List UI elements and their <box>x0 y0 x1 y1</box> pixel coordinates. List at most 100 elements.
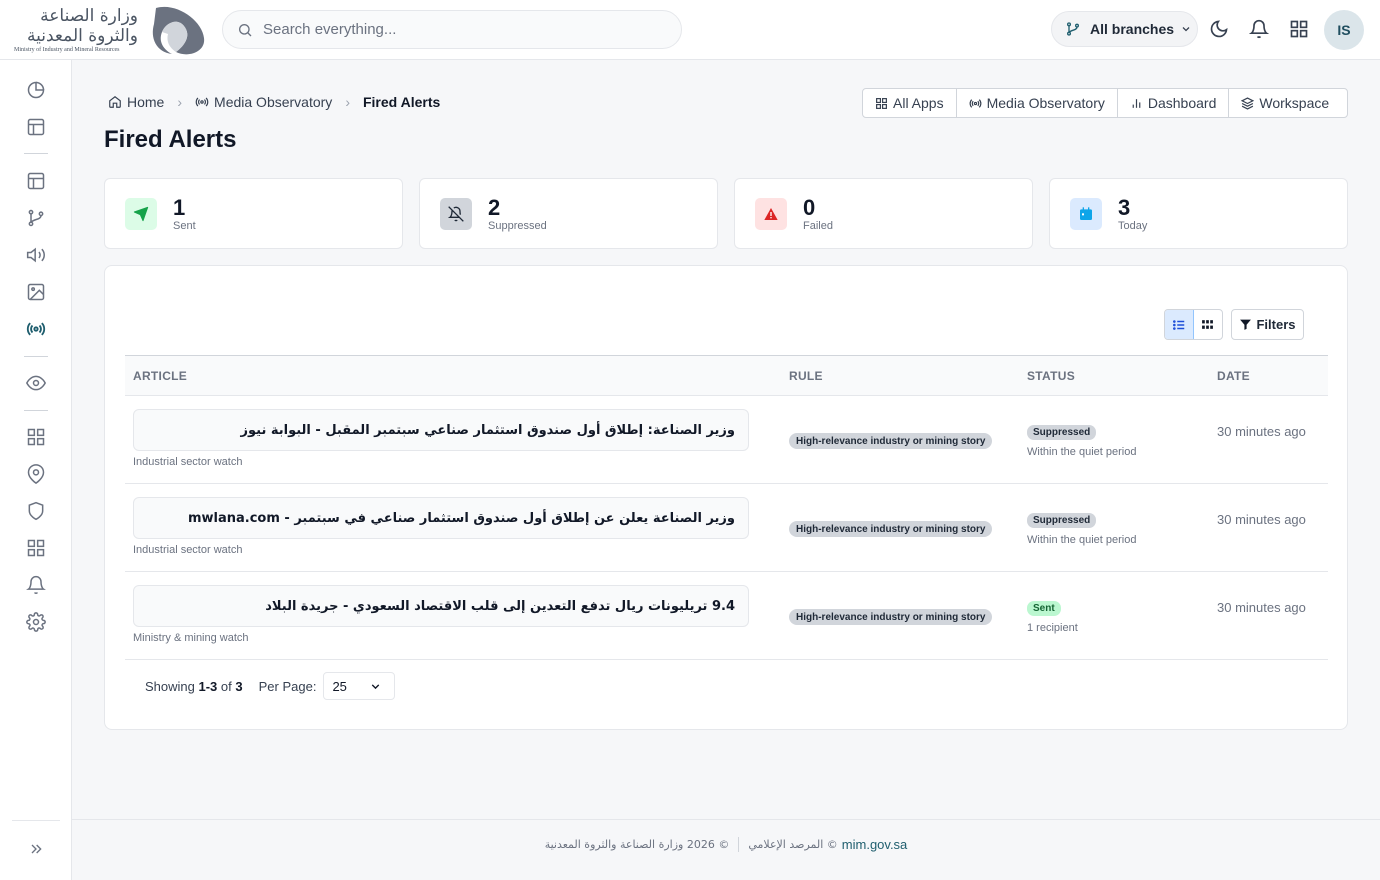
home-icon <box>108 95 122 109</box>
status-note: Within the quiet period <box>1027 534 1137 546</box>
stat-card-suppressed: 2 Suppressed <box>419 178 718 249</box>
grid-icon[interactable] <box>26 427 46 447</box>
grid-icon[interactable] <box>26 538 46 558</box>
footer-copyright: © 2026 وزارة الصناعة والثروة المعدنية <box>544 837 730 851</box>
dashboard-button[interactable]: Dashboard <box>1118 89 1230 117</box>
user-avatar[interactable]: IS <box>1324 10 1364 50</box>
image-icon[interactable] <box>26 282 46 302</box>
table-row[interactable]: 9.4 تريليونات ريال تدفع التعدين إلى قلب … <box>125 572 1328 660</box>
sidebar-divider <box>12 820 60 821</box>
status-badge: Suppressed <box>1027 513 1097 528</box>
notifications-bell-icon[interactable] <box>1248 18 1270 40</box>
breadcrumb-media-observatory[interactable]: Media Observatory <box>195 94 332 110</box>
article-title[interactable]: 9.4 تريليونات ريال تدفع التعدين إلى قلب … <box>133 585 749 627</box>
workspace-button[interactable]: Workspace <box>1229 89 1341 117</box>
all-apps-button[interactable]: All Apps <box>863 89 957 117</box>
sidebar-divider <box>24 356 48 357</box>
broadcast-icon[interactable] <box>26 319 46 339</box>
media-observatory-button[interactable]: Media Observatory <box>957 89 1118 117</box>
breadcrumb: Home › Media Observatory › Fired Alerts <box>108 93 440 111</box>
rule-badge: High-relevance industry or mining story <box>789 521 993 537</box>
search-icon <box>237 22 253 38</box>
column-header-article[interactable]: ARTICLE <box>133 369 187 383</box>
filters-button[interactable]: Filters <box>1231 309 1304 340</box>
sidebar-divider <box>24 410 48 411</box>
branch-icon <box>1065 21 1081 37</box>
stat-value: 3 <box>1118 195 1131 220</box>
eye-icon[interactable] <box>26 373 46 393</box>
apps-grid-icon[interactable] <box>1288 18 1310 40</box>
pagination-of: of <box>220 678 232 694</box>
broadcast-icon <box>969 97 982 110</box>
map-pin-icon[interactable] <box>26 464 46 484</box>
layout-icon[interactable] <box>26 171 46 191</box>
layout-icon[interactable] <box>26 117 46 137</box>
filters-label: Filters <box>1256 317 1296 332</box>
bell-icon[interactable] <box>26 575 46 595</box>
branch-selector[interactable]: All branches <box>1051 11 1198 47</box>
global-search[interactable] <box>222 10 682 49</box>
media-observatory-label: Media Observatory <box>986 95 1105 111</box>
bar-chart-icon <box>1130 97 1143 110</box>
stat-card-today: 3 Today <box>1049 178 1348 249</box>
calendar-icon <box>1070 198 1102 230</box>
breadcrumb-home-label: Home <box>127 94 165 110</box>
status-note: Within the quiet period <box>1027 446 1137 458</box>
per-page-value: 25 <box>332 678 347 694</box>
status-note: 1 recipient <box>1027 622 1078 634</box>
footer-link[interactable]: mim.gov.sa <box>842 837 908 852</box>
stat-card-sent: 1 Sent <box>104 178 403 249</box>
article-title[interactable]: وزير الصناعة: إطلاق أول صندوق استثمار صن… <box>133 409 749 451</box>
ministry-logo-text[interactable]: وزارة الصناعة والثروة المعدنية Ministry … <box>14 6 138 54</box>
column-header-status[interactable]: STATUS <box>1027 369 1075 383</box>
send-icon <box>125 198 157 230</box>
breadcrumb-separator: › <box>177 94 183 110</box>
footer-observatory: © المرصد الإعلامي <box>748 837 838 851</box>
logo-line-1: وزارة الصناعة <box>40 6 138 26</box>
dashboard-label: Dashboard <box>1147 95 1217 111</box>
grid-view-icon[interactable] <box>1194 310 1222 339</box>
pie-chart-icon[interactable] <box>26 80 46 100</box>
chevron-down-icon <box>369 680 382 693</box>
alerts-table: ARTICLE RULE STATUS DATE وزير الصناعة: إ… <box>125 355 1328 660</box>
branch-label: All branches <box>1090 21 1175 37</box>
app-nav-group: All Apps Media Observatory Dashboard Wor… <box>862 88 1348 118</box>
table-header: ARTICLE RULE STATUS DATE <box>125 355 1328 396</box>
dark-mode-toggle[interactable] <box>1208 18 1230 40</box>
table-row[interactable]: وزير الصناعة: إطلاق أول صندوق استثمار صن… <box>125 396 1328 484</box>
column-header-rule[interactable]: RULE <box>789 369 823 383</box>
git-branch-icon[interactable] <box>26 208 46 228</box>
per-page-select[interactable]: 25 <box>323 672 396 700</box>
search-input[interactable] <box>263 21 663 38</box>
stat-label: Sent <box>173 220 196 232</box>
grid-icon <box>875 97 888 110</box>
alerts-table-card: Filters ARTICLE RULE STATUS DATE وزير ال… <box>104 265 1348 730</box>
sidebar-divider <box>24 153 48 154</box>
shield-icon[interactable] <box>26 501 46 521</box>
filter-icon <box>1239 318 1252 331</box>
column-header-date[interactable]: DATE <box>1217 369 1250 383</box>
top-header: وزارة الصناعة والثروة المعدنية Ministry … <box>0 0 1380 60</box>
status-badge: Suppressed <box>1027 425 1097 440</box>
logo-line-2: والثروة المعدنية <box>27 26 138 46</box>
stat-value: 1 <box>173 195 186 220</box>
watch-name: Ministry & mining watch <box>133 632 249 644</box>
stat-label: Today <box>1118 220 1148 232</box>
megaphone-icon[interactable] <box>26 245 46 265</box>
bell-off-icon <box>440 198 472 230</box>
article-title[interactable]: وزير الصناعة يعلن عن إطلاق أول صندوق است… <box>133 497 749 539</box>
status-badge: Sent <box>1027 601 1061 616</box>
pagination: Showing 1-3 of 3 Per Page: 25 <box>145 672 396 700</box>
alert-date: 30 minutes ago <box>1217 512 1306 527</box>
gear-icon[interactable] <box>26 612 46 632</box>
ministry-logo-mark[interactable] <box>148 2 208 58</box>
footer-divider <box>738 836 740 852</box>
list-view-icon[interactable] <box>1165 310 1194 339</box>
expand-sidebar-icon[interactable] <box>26 839 46 859</box>
logo-line-3: Ministry of Industry and Mineral Resourc… <box>14 47 120 53</box>
table-row[interactable]: وزير الصناعة يعلن عن إطلاق أول صندوق است… <box>125 484 1328 572</box>
breadcrumb-home[interactable]: Home <box>108 94 164 110</box>
breadcrumb-separator: › <box>345 94 350 110</box>
page-title: Fired Alerts <box>104 126 237 153</box>
pagination-prefix: Showing <box>145 678 195 694</box>
